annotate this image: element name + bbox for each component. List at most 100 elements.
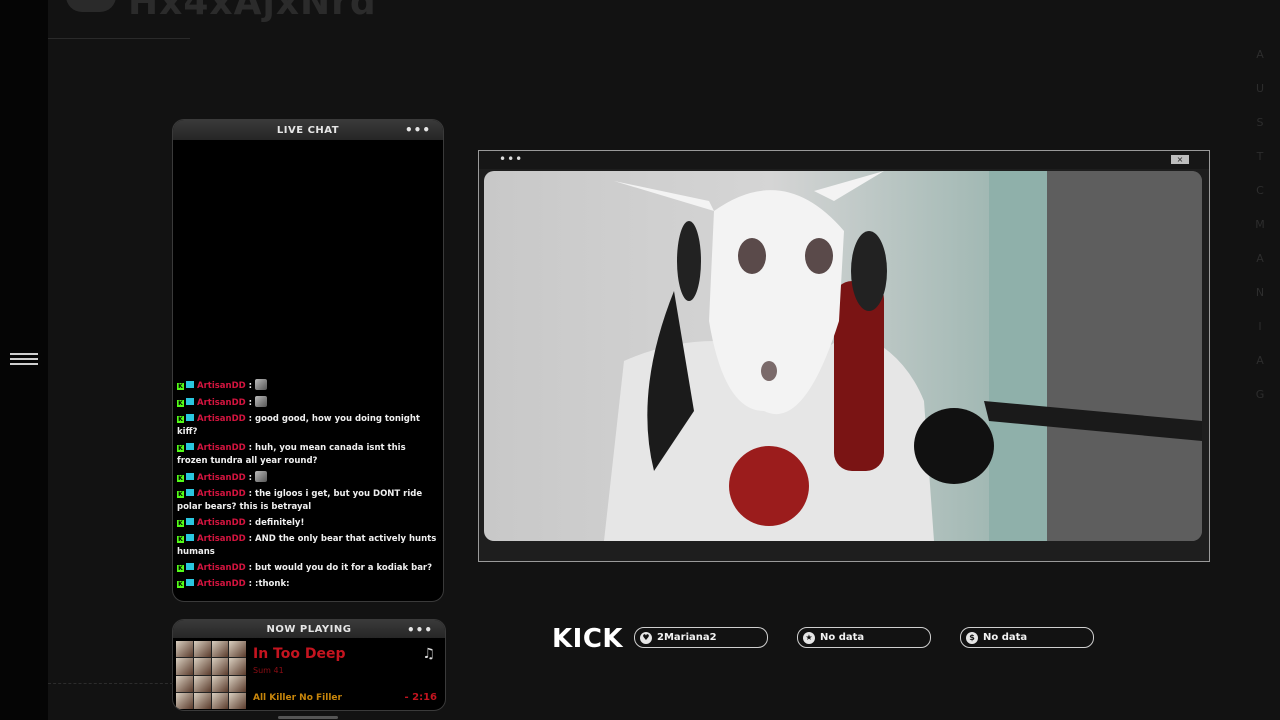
live-chat-panel: LIVE CHAT ••• K ArtisanDD : K ArtisanDD : … [172, 119, 444, 602]
now-playing-header: NOW PLAYING ••• [173, 620, 445, 638]
now-playing-title: NOW PLAYING [266, 623, 352, 635]
chat-message: K ArtisanDD : good good, how you doing to… [177, 413, 439, 439]
kick-badge-icon: K [177, 400, 184, 407]
emote-icon [255, 396, 268, 407]
kick-badge-icon: K [177, 536, 184, 543]
chat-separator: : [245, 579, 256, 589]
chat-username[interactable]: ArtisanDD [197, 563, 246, 573]
chat-menu-icon[interactable]: ••• [405, 123, 431, 137]
chat-message: K ArtisanDD : [177, 471, 439, 485]
emote-icon [255, 471, 268, 482]
divider [48, 38, 190, 39]
now-playing-panel: NOW PLAYING ••• In Too Deep Sum 41 All K… [172, 619, 446, 711]
side-letter: U [1255, 82, 1265, 95]
chat-username[interactable]: ArtisanDD [197, 398, 246, 408]
chat-username[interactable]: ArtisanDD [197, 518, 246, 528]
chat-separator: : [245, 443, 256, 453]
bot-badge-icon [186, 414, 194, 421]
heart-icon: ♥ [640, 631, 652, 644]
chat-separator: : [245, 381, 256, 391]
side-letter: S [1256, 116, 1264, 129]
track-artist: Sum 41 [253, 666, 284, 675]
chat-separator: : [245, 489, 256, 499]
chat-message: K ArtisanDD : the igloos i get, but you D… [177, 488, 439, 514]
kick-badge-icon: K [177, 475, 184, 482]
chat-text: but would you do it for a kodiak bar? [255, 563, 433, 573]
chat-separator: : [245, 398, 256, 408]
side-letter: M [1255, 218, 1265, 231]
kick-logo: KICK [552, 624, 624, 654]
chat-separator: : [245, 414, 256, 424]
chat-message: K ArtisanDD : but would you do it for a k… [177, 562, 439, 575]
chat-message-list: K ArtisanDD : K ArtisanDD : K ArtisanDD : g… [173, 376, 443, 591]
bot-badge-icon [186, 534, 194, 541]
right-letter-column: A U S T C M A N I A G [1254, 48, 1266, 422]
side-letter: C [1256, 184, 1264, 197]
track-time-remaining: - 2:16 [404, 692, 437, 703]
webcam-feed [484, 171, 1202, 541]
webcam-menu-icon[interactable]: ••• [499, 152, 523, 166]
webcam-window: ••• × [478, 150, 1210, 562]
chat-text: :thonk: [255, 579, 290, 589]
chat-message: K ArtisanDD : :thonk: [177, 578, 439, 591]
bot-badge-icon [186, 381, 194, 388]
chat-separator: : [245, 473, 256, 483]
latest-follower-badge: ♥ 2Mariana2 [634, 627, 768, 648]
side-letter: A [1256, 252, 1264, 265]
chat-username[interactable]: ArtisanDD [197, 534, 246, 544]
kick-badge-icon: K [177, 416, 184, 423]
emote-icon [255, 379, 268, 390]
bot-badge-icon [186, 579, 194, 586]
side-letter: A [1256, 48, 1264, 61]
panel-handle[interactable] [278, 716, 338, 719]
chat-username[interactable]: ArtisanDD [197, 579, 246, 589]
dollar-icon: $ [966, 631, 978, 644]
latest-subscriber-badge: ★ No data [797, 627, 931, 648]
music-note-icon: ♫ [422, 646, 435, 662]
side-letter: A [1256, 354, 1264, 367]
webcam-titlebar: ••• × [479, 151, 1209, 169]
chat-separator: : [245, 518, 256, 528]
side-letter: G [1255, 388, 1265, 401]
kick-badge-icon: K [177, 520, 184, 527]
menu-icon[interactable] [10, 353, 38, 367]
chat-username[interactable]: ArtisanDD [197, 473, 246, 483]
kick-badge-icon: K [177, 383, 184, 390]
bot-badge-icon [186, 443, 194, 450]
latest-follower-value: 2Mariana2 [657, 632, 717, 643]
latest-donation-value: No data [983, 632, 1028, 643]
now-playing-menu-icon[interactable]: ••• [407, 623, 433, 637]
bot-badge-icon [186, 489, 194, 496]
chat-message: K ArtisanDD : [177, 396, 439, 410]
kick-badge-icon: K [177, 445, 184, 452]
track-album: All Killer No Filler [253, 693, 342, 703]
chat-separator: : [245, 534, 256, 544]
chat-username[interactable]: ArtisanDD [197, 414, 246, 424]
album-art [176, 641, 246, 709]
divider [48, 683, 173, 684]
bot-badge-icon [186, 563, 194, 570]
latest-donation-badge: $ No data [960, 627, 1094, 648]
chat-separator: : [245, 563, 256, 573]
side-letter: I [1258, 320, 1262, 333]
discord-logo-icon [66, 0, 116, 12]
chat-message: K ArtisanDD : huh, you mean canada isnt t… [177, 442, 439, 468]
bot-badge-icon [186, 518, 194, 525]
chat-username[interactable]: ArtisanDD [197, 489, 246, 499]
chat-username[interactable]: ArtisanDD [197, 381, 246, 391]
track-title: In Too Deep [253, 646, 346, 662]
watermark-text: Hx4xAjxNrd [128, 0, 377, 23]
chat-message: K ArtisanDD : [177, 379, 439, 393]
chat-message: K ArtisanDD : AND the only bear that acti… [177, 533, 439, 559]
kick-badge-icon: K [177, 565, 184, 572]
live-chat-header: LIVE CHAT ••• [173, 120, 443, 140]
bot-badge-icon [186, 473, 194, 480]
chat-username[interactable]: ArtisanDD [197, 443, 246, 453]
kick-badge-icon: K [177, 581, 184, 588]
live-chat-title: LIVE CHAT [276, 124, 340, 136]
latest-subscriber-value: No data [820, 632, 865, 643]
kick-badge-icon: K [177, 491, 184, 498]
webcam-close-icon[interactable]: × [1171, 155, 1189, 164]
bot-badge-icon [186, 398, 194, 405]
side-letter: N [1255, 286, 1265, 299]
